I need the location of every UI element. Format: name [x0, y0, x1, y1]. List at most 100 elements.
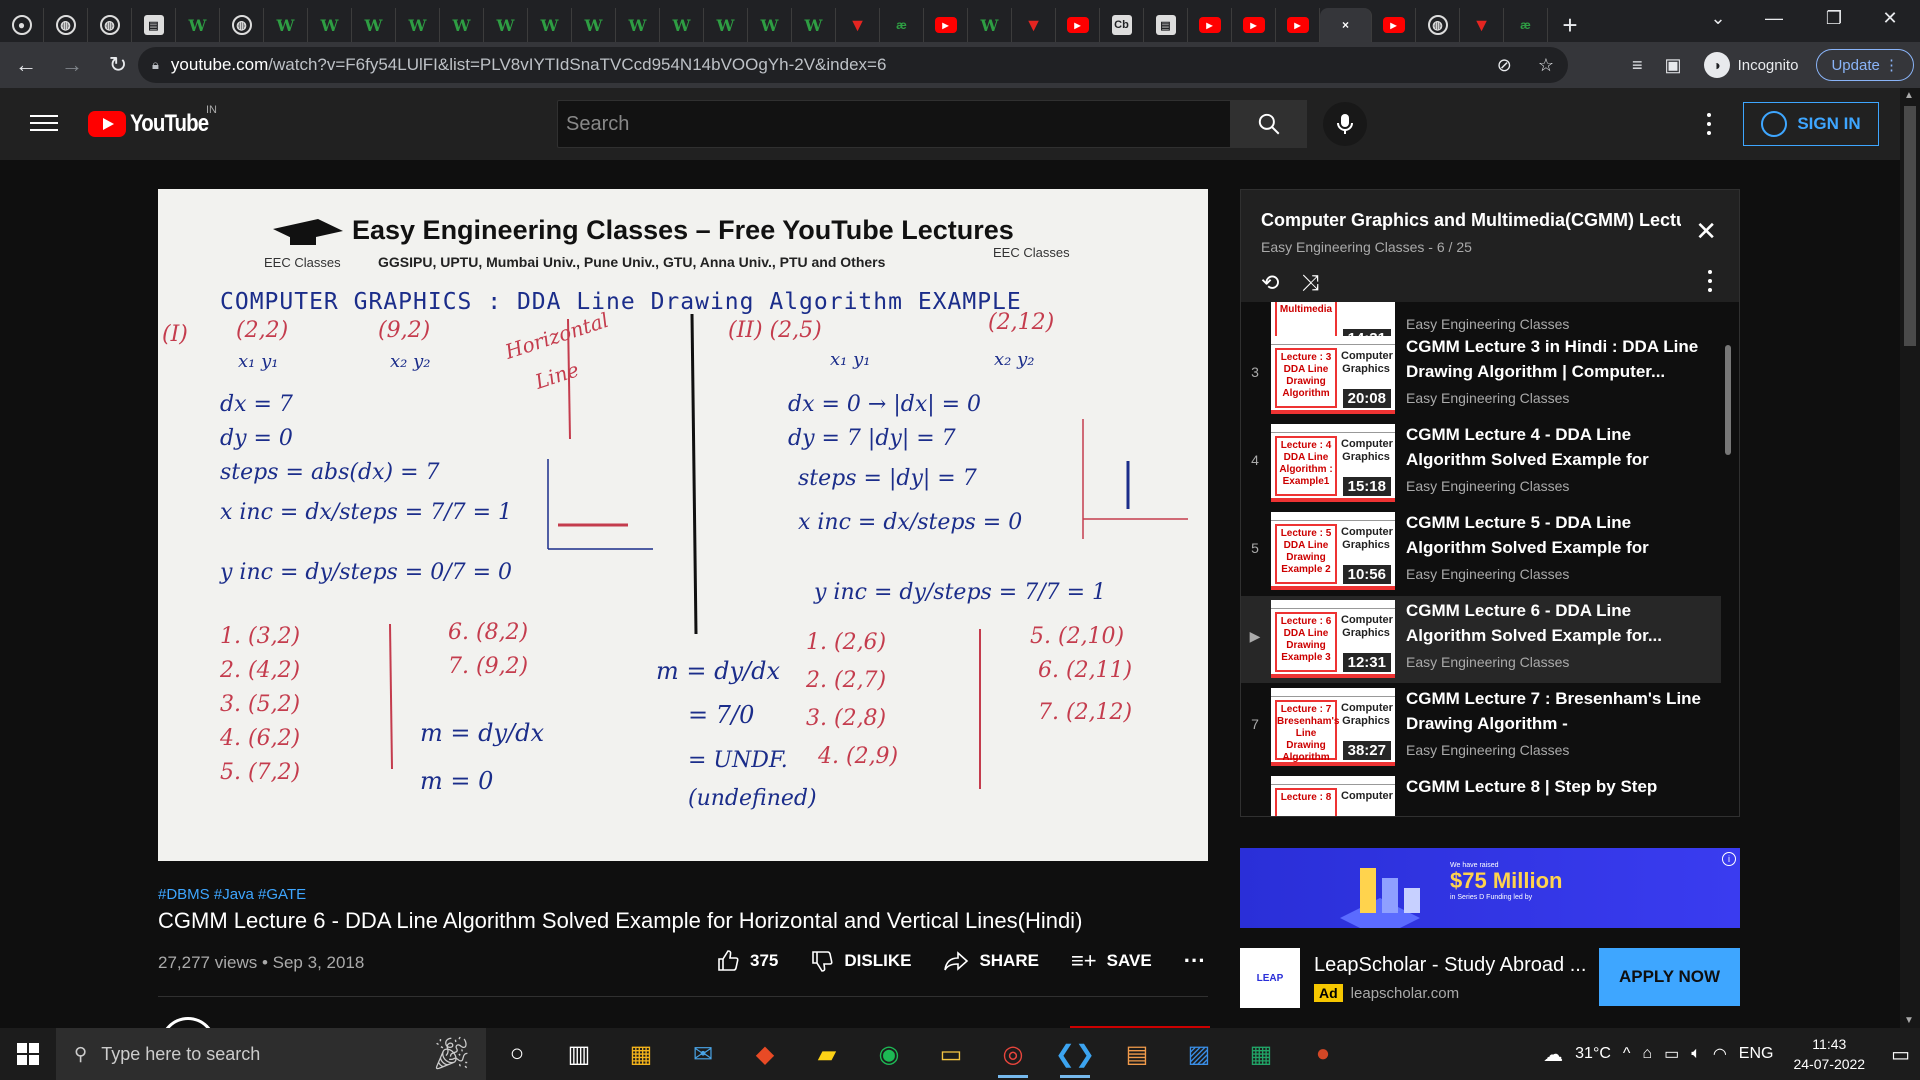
browser-tab[interactable]: ▼	[836, 8, 880, 42]
browser-tab[interactable]: ◍	[44, 8, 88, 42]
tab-search-icon[interactable]: ⌄	[1690, 0, 1746, 36]
forward-button[interactable]: →	[52, 45, 92, 85]
playlist-item[interactable]: 5 Lecture : 5 DDA Line Drawing Example 2C…	[1241, 508, 1721, 595]
playlist-channel[interactable]: Easy Engineering Classes	[1261, 239, 1424, 255]
ad-banner[interactable]: We have raised $75 Million in Series D F…	[1240, 848, 1740, 928]
browser-tab[interactable]: W	[572, 8, 616, 42]
browser-tab[interactable]: ▶	[1188, 8, 1232, 42]
store-icon[interactable]: ▦	[610, 1028, 672, 1080]
search-button[interactable]	[1231, 100, 1307, 148]
taskbar-search[interactable]: ⚲ Type here to search 🎉︎	[56, 1028, 486, 1080]
task-view-icon[interactable]: ▥	[548, 1028, 610, 1080]
menu-icon[interactable]	[30, 110, 58, 134]
browser-tab[interactable]: W	[704, 8, 748, 42]
file-explorer-icon[interactable]: ▭	[920, 1028, 982, 1080]
dislike-button[interactable]: DISLIKE	[810, 949, 911, 973]
search-input[interactable]: Search	[557, 100, 1231, 148]
notepad-icon[interactable]: ▤	[1106, 1028, 1168, 1080]
browser-tab[interactable]: ▶	[924, 8, 968, 42]
input-language[interactable]: ENG	[1739, 1045, 1774, 1063]
notifications-icon[interactable]: ▭	[1891, 1042, 1910, 1067]
powerpoint-icon[interactable]: ●	[1292, 1028, 1354, 1080]
browser-tab[interactable]: W	[308, 8, 352, 42]
reload-button[interactable]: ↻	[98, 45, 138, 85]
browser-tab[interactable]: ▤	[1144, 8, 1188, 42]
close-icon[interactable]: ✕	[1695, 216, 1717, 247]
vscode-icon[interactable]: ❮❯	[1044, 1028, 1106, 1080]
browser-tab[interactable]: W	[968, 8, 1012, 42]
playlist-item[interactable]: ▶ Lecture : 6 DDA Line Drawing Example 3C…	[1241, 596, 1721, 683]
media-queue-icon[interactable]: ≡	[1632, 55, 1643, 76]
browser-tab[interactable]: ▶	[1276, 8, 1320, 42]
ad-title[interactable]: LeapScholar - Study Abroad ...	[1314, 954, 1586, 977]
browser-tab[interactable]: W	[352, 8, 396, 42]
browser-tab[interactable]: W	[484, 8, 528, 42]
omnibox[interactable]: 🔒︎ youtube.com/watch?v=F6fy54LUlFI&list=…	[138, 47, 1568, 83]
photos-icon[interactable]: ▨	[1168, 1028, 1230, 1080]
browser-tab[interactable]: ×	[1320, 8, 1372, 42]
playlist-item[interactable]: Lecture : 8 Computer CGMM Lecture 8 | Step…	[1241, 772, 1721, 816]
new-tab-button[interactable]: +	[1548, 8, 1592, 42]
video-player[interactable]: Easy Engineering Classes – Free YouTube …	[158, 189, 1208, 861]
back-button[interactable]: ←	[6, 45, 46, 85]
office-icon[interactable]: ◆	[734, 1028, 796, 1080]
side-panel-icon[interactable]: ▣	[1665, 55, 1682, 76]
share-button[interactable]: SHARE	[943, 949, 1039, 973]
playlist-item-thumbnail[interactable]: Lecture : 8 Computer	[1271, 776, 1395, 816]
playlist-scrollbar[interactable]	[1725, 345, 1731, 455]
settings-menu-icon[interactable]	[1700, 110, 1718, 138]
update-button[interactable]: Update ⋮	[1816, 49, 1914, 81]
window-close-button[interactable]: ✕	[1862, 0, 1918, 36]
scroll-up-arrow[interactable]: ▲	[1904, 90, 1914, 101]
sticky-notes-icon[interactable]: ▰	[796, 1028, 858, 1080]
wifi-icon[interactable]: ◠	[1713, 1044, 1727, 1064]
save-button[interactable]: ≡+ SAVE	[1071, 948, 1152, 974]
tray-chevron-icon[interactable]: ^	[1623, 1045, 1631, 1063]
excel-icon[interactable]: ▦	[1230, 1028, 1292, 1080]
network-icon[interactable]: ⌂	[1642, 1045, 1652, 1063]
sign-in-button[interactable]: SIGN IN	[1743, 102, 1879, 146]
browser-tab[interactable]: ▶	[1056, 8, 1100, 42]
playlist-title[interactable]: Computer Graphics and Multimedia(CGMM) L…	[1261, 210, 1681, 231]
close-icon[interactable]: ×	[1336, 15, 1356, 35]
scrollbar-thumb[interactable]	[1904, 106, 1916, 346]
browser-tab[interactable]: W	[264, 8, 308, 42]
chrome-icon[interactable]: ◎	[982, 1028, 1044, 1080]
browser-tab[interactable]: ◍	[88, 8, 132, 42]
browser-tab[interactable]: ▶	[1232, 8, 1276, 42]
browser-tab[interactable]: W	[528, 8, 572, 42]
taskbar-clock[interactable]: 11:43 24-07-2022	[1793, 1034, 1865, 1074]
browser-tab[interactable]: æ	[1504, 8, 1548, 42]
playlist-item-thumbnail[interactable]: Lecture : 6 DDA Line Drawing Example 3 Co…	[1271, 600, 1395, 678]
playlist-item-thumbnail[interactable]: Lecture : 7 Bresenham's Line Drawing Alg…	[1271, 688, 1395, 766]
browser-tab[interactable]: æ	[880, 8, 924, 42]
browser-tab[interactable]: W	[440, 8, 484, 42]
browser-tab[interactable]: W	[176, 8, 220, 42]
video-hashtags[interactable]: #DBMS #Java #GATE	[158, 886, 306, 903]
mail-icon[interactable]: ✉	[672, 1028, 734, 1080]
scroll-down-arrow[interactable]: ▼	[1904, 1015, 1914, 1026]
loop-icon[interactable]: ⟲	[1261, 270, 1279, 296]
browser-tab[interactable]: ◍	[1416, 8, 1460, 42]
youtube-logo[interactable]: YouTube IN	[88, 104, 222, 138]
cortana-icon[interactable]: ○	[486, 1028, 548, 1080]
shuffle-icon[interactable]: ⤨	[1301, 270, 1319, 296]
temperature[interactable]: 31°C	[1575, 1045, 1611, 1063]
page-scrollbar[interactable]: ▲ ▼	[1900, 88, 1920, 1028]
browser-tab[interactable]: W	[616, 8, 660, 42]
playlist-item[interactable]: 3 Lecture : 3 DDA Line Drawing Algorithm C…	[1241, 332, 1721, 419]
start-button[interactable]	[0, 1028, 56, 1080]
like-button[interactable]: 375	[716, 949, 778, 973]
browser-tab[interactable]: ▼	[1012, 8, 1056, 42]
ad-logo[interactable]: LEAP	[1240, 948, 1300, 1008]
volume-icon[interactable]: 🔈︎	[1691, 1045, 1701, 1063]
playlist-item-thumbnail[interactable]: Lecture : 3 DDA Line Drawing Algorithm Co…	[1271, 336, 1395, 414]
minimize-button[interactable]: —	[1746, 0, 1802, 36]
apply-now-button[interactable]: APPLY NOW	[1599, 948, 1740, 1006]
browser-tab[interactable]: ▤	[132, 8, 176, 42]
battery-icon[interactable]: ▭	[1664, 1044, 1679, 1064]
weather-icon[interactable]: ☁	[1543, 1042, 1563, 1067]
playlist-menu-icon[interactable]	[1707, 270, 1713, 292]
browser-tab[interactable]: W	[748, 8, 792, 42]
browser-tab[interactable]: W	[660, 8, 704, 42]
